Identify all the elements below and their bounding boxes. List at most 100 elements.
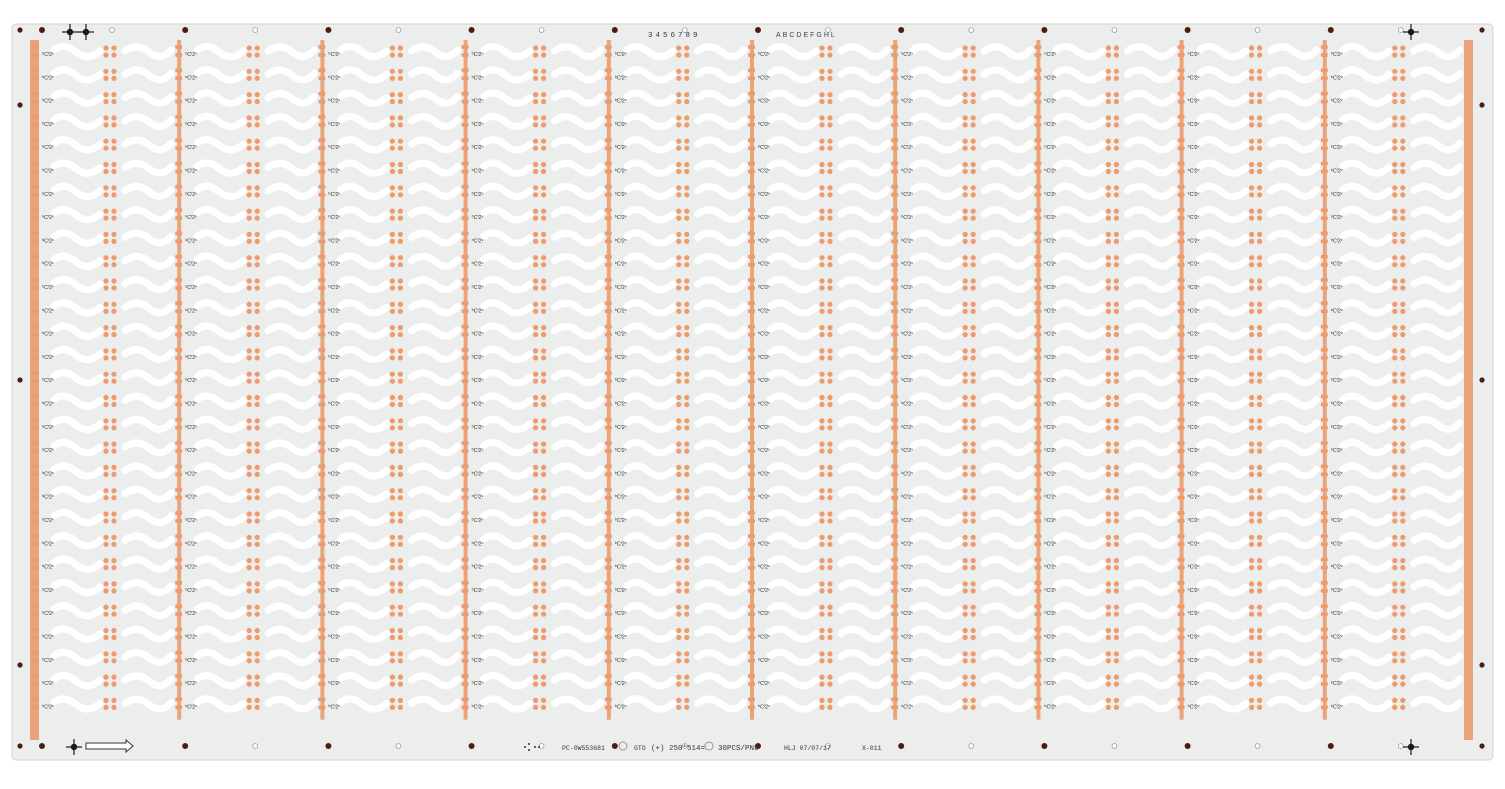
solder-pad <box>389 255 395 261</box>
solder-pad <box>533 425 539 431</box>
solder-pad <box>111 425 117 431</box>
solder-pad <box>676 138 682 144</box>
solder-pad <box>676 541 682 547</box>
solder-pad <box>1392 541 1398 547</box>
module-label: ᵇCᴵ2ᵛ <box>42 377 54 384</box>
solder-pad <box>1257 308 1263 314</box>
solder-pad <box>676 75 682 81</box>
solder-pad <box>389 371 395 377</box>
module-label: ᵇCᴵ2ᵛ <box>1044 564 1056 571</box>
solder-pad <box>533 122 539 128</box>
solder-pad <box>1105 681 1111 687</box>
solder-pad <box>541 92 547 98</box>
solder-pad <box>103 425 109 431</box>
solder-pad <box>389 471 395 477</box>
module-label: ᵇCᴵ2ᵛ <box>1188 587 1200 594</box>
solder-pad <box>246 192 252 198</box>
solder-pad <box>827 464 833 470</box>
solder-pad <box>397 161 403 168</box>
module-label: ᵇCᴵ2ᵛ <box>472 354 484 361</box>
solder-pad <box>397 371 403 377</box>
solder-pad <box>1113 278 1119 284</box>
solder-pad <box>254 215 260 221</box>
module-label: ᵇCᴵ2ᵛ <box>1044 447 1056 454</box>
solder-pad <box>246 418 252 424</box>
solder-pad <box>1105 45 1111 51</box>
solder-pad <box>389 231 395 237</box>
solder-pad <box>533 488 539 494</box>
solder-pad <box>397 355 403 361</box>
solder-pad <box>676 674 682 680</box>
solder-pad <box>254 425 260 431</box>
solder-pad <box>819 161 825 168</box>
solder-pad <box>1249 238 1255 244</box>
module-label: ᵇCᴵ2ᵛ <box>615 331 627 338</box>
solder-pad <box>676 611 682 617</box>
module-label: ᵇCᴵ2ᵛ <box>901 284 913 291</box>
solder-pad <box>1105 348 1111 354</box>
solder-pad <box>111 145 117 151</box>
solder-pad <box>1249 68 1255 74</box>
solder-pad <box>684 215 690 221</box>
solder-pad <box>1400 627 1406 634</box>
module-label: ᵇCᴵ2ᵛ <box>472 680 484 687</box>
module-label: ᵇCᴵ2ᵛ <box>472 564 484 571</box>
module-label: ᵇCᴵ2ᵛ <box>185 703 197 710</box>
solder-pad <box>1257 215 1263 221</box>
solder-pad <box>1113 394 1119 401</box>
solder-pad <box>970 704 976 711</box>
module-label: ᵇCᴵ2ᵛ <box>615 191 627 198</box>
solder-pad <box>1105 99 1111 105</box>
module-label: ᵇCᴵ2ᵛ <box>185 98 197 105</box>
solder-pad <box>676 627 682 634</box>
solder-pad <box>541 604 547 610</box>
solder-pad <box>533 332 539 338</box>
module-label: ᵇCᴵ2ᵛ <box>185 284 197 291</box>
solder-pad <box>684 611 690 617</box>
solder-pad <box>397 99 403 105</box>
tooling-hole <box>538 27 545 33</box>
module-label: ᵇCᴵ2ᵛ <box>1044 214 1056 221</box>
solder-pad <box>1249 75 1255 81</box>
solder-pad <box>1400 215 1406 221</box>
solder-pad <box>1105 534 1111 540</box>
module-label: ᵇCᴵ2ᵛ <box>328 540 340 547</box>
solder-pad <box>827 674 833 680</box>
solder-pad <box>1249 278 1255 284</box>
solder-pad <box>397 231 403 237</box>
solder-pad <box>819 301 825 307</box>
solder-pad <box>246 308 252 314</box>
solder-pad <box>246 541 252 547</box>
solder-pad <box>541 681 547 687</box>
solder-pad <box>1113 534 1119 540</box>
module-label: ᵇCᴵ2ᵛ <box>328 657 340 664</box>
solder-pad <box>246 168 252 175</box>
solder-pad <box>1392 308 1398 314</box>
solder-pad <box>1113 488 1119 494</box>
module-label: ᵇCᴵ2ᵛ <box>758 447 770 454</box>
solder-pad <box>103 448 109 454</box>
tooling-hole <box>325 743 332 749</box>
tooling-hole <box>395 27 402 33</box>
solder-pad <box>684 471 690 477</box>
module-label: ᵇCᴵ2ᵛ <box>615 470 627 477</box>
solder-pad <box>246 464 252 470</box>
solder-pad <box>827 534 833 540</box>
solder-pad <box>397 285 403 291</box>
module-label: ᵇCᴵ2ᵛ <box>472 98 484 105</box>
solder-pad <box>111 355 117 361</box>
tooling-hole <box>1327 743 1334 749</box>
solder-pad <box>819 238 825 244</box>
module-label: ᵇCᴵ2ᵛ <box>758 494 770 501</box>
solder-pad <box>819 348 825 354</box>
solder-pad <box>246 325 252 331</box>
solder-pad <box>1400 115 1406 121</box>
module-label: ᵇCᴵ2ᵛ <box>615 517 627 524</box>
solder-pad <box>962 325 968 331</box>
solder-pad <box>389 285 395 291</box>
solder-pad <box>1105 68 1111 74</box>
solder-pad <box>1400 495 1406 501</box>
solder-pad <box>103 511 109 517</box>
solder-pad <box>819 308 825 314</box>
solder-pad <box>541 627 547 634</box>
